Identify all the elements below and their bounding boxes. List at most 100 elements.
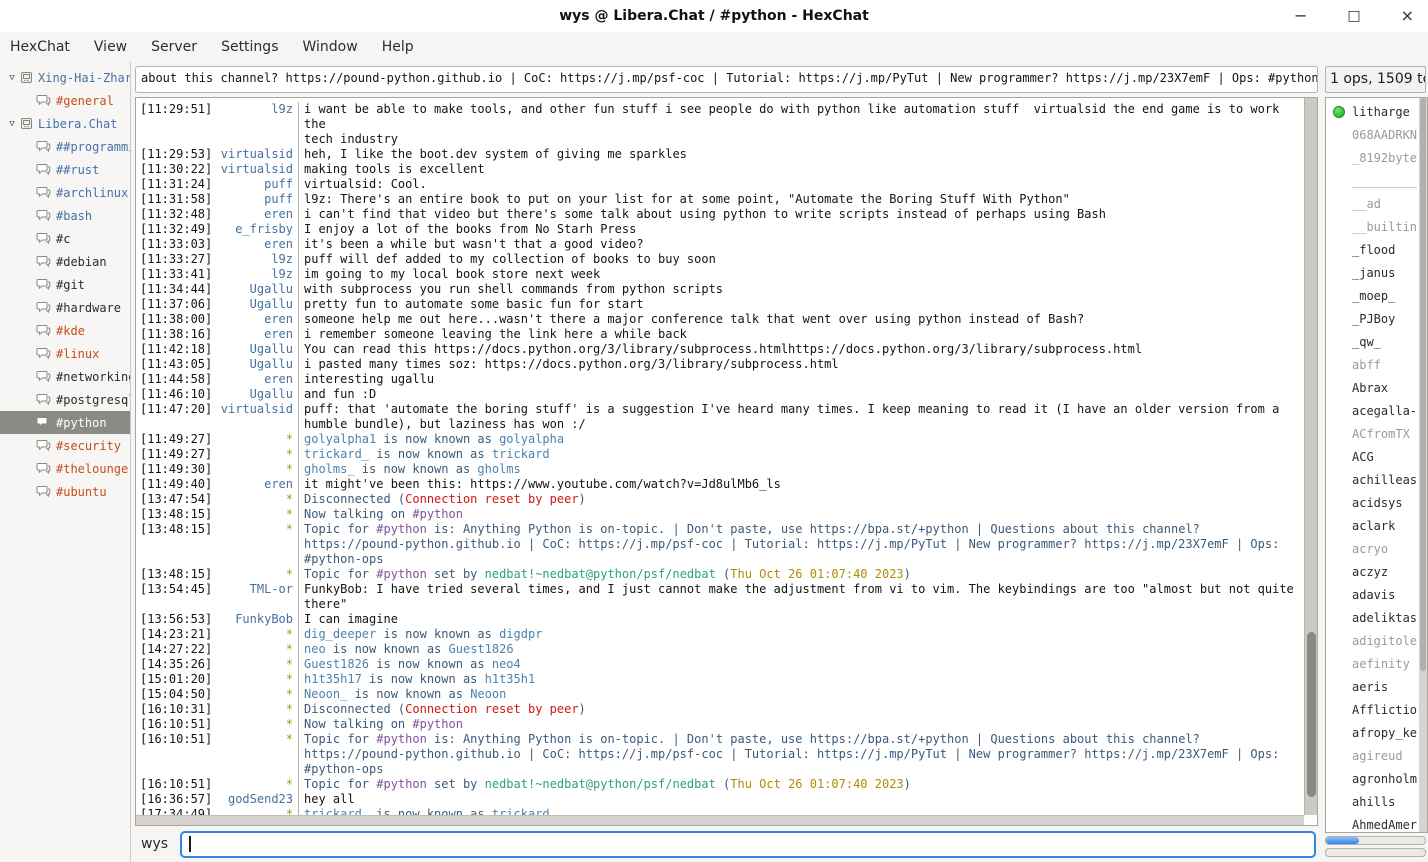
menu-settings[interactable]: Settings [221, 39, 278, 55]
userlist-item[interactable]: ACfromTX [1326, 422, 1419, 445]
userlist-item[interactable]: abff [1326, 353, 1419, 376]
sidebar-item--python[interactable]: #python [0, 411, 130, 434]
menu-server[interactable]: Server [151, 39, 197, 55]
chat-vertical-scrollbar[interactable] [1304, 98, 1317, 815]
message-nick[interactable]: puff [214, 177, 298, 192]
userlist-item[interactable]: _flood [1326, 238, 1419, 261]
userlist-item[interactable]: AhmedAmer [1326, 813, 1419, 832]
userlist-item[interactable]: agireud [1326, 744, 1419, 767]
menu-window[interactable]: Window [302, 39, 357, 55]
sidebar-item--hardware[interactable]: #hardware [0, 296, 130, 319]
menu-help[interactable]: Help [382, 39, 414, 55]
message-timestamp: [14:23:21] [140, 627, 214, 642]
message-text: Disconnected (Connection reset by peer) [298, 492, 1303, 507]
userlist-item[interactable]: agronholm [1326, 767, 1419, 790]
message-nick[interactable]: l9z [214, 252, 298, 267]
message-nick[interactable]: eren [214, 312, 298, 327]
sidebar-item-xing-hai-zhar[interactable]: ▽Xing-Hai-Zhar [0, 66, 130, 89]
own-nick-label[interactable]: wys [141, 836, 168, 852]
userlist-item[interactable]: __builtin [1326, 215, 1419, 238]
expander-icon[interactable]: ▽ [4, 119, 20, 129]
sidebar-item--general[interactable]: #general [0, 89, 130, 112]
userlist-item[interactable]: afropy_ke [1326, 721, 1419, 744]
sidebar-item--linux[interactable]: #linux [0, 342, 130, 365]
sidebar-item--git[interactable]: #git [0, 273, 130, 296]
close-icon[interactable]: × [1401, 0, 1414, 32]
message-nick[interactable]: virtualsid [214, 147, 298, 162]
sidebar-item--security[interactable]: #security [0, 434, 130, 457]
userlist-item[interactable]: __ad [1326, 192, 1419, 215]
message-nick[interactable]: eren [214, 237, 298, 252]
userlist-item[interactable]: litharge [1326, 100, 1419, 123]
message-nick[interactable]: Ugallu [214, 357, 298, 372]
userlist-item[interactable]: ACG [1326, 445, 1419, 468]
maximize-icon[interactable]: □ [1347, 0, 1360, 32]
userlist-item[interactable]: acidsys [1326, 491, 1419, 514]
userlist-item[interactable]: achilleas [1326, 468, 1419, 491]
userlist-item[interactable]: adavis [1326, 583, 1419, 606]
message-nick[interactable]: eren [214, 372, 298, 387]
message-nick[interactable]: virtualsid [214, 162, 298, 177]
chat-scrollbar-thumb[interactable] [1307, 632, 1316, 797]
userlist-item[interactable]: _janus [1326, 261, 1419, 284]
userlist-item[interactable]: _qw_ [1326, 330, 1419, 353]
userlist-item[interactable]: acryo [1326, 537, 1419, 560]
sidebar-item--thelounge[interactable]: #thelounge [0, 457, 130, 480]
menu-hexchat[interactable]: HexChat [10, 39, 70, 55]
sidebar-item--postgresql[interactable]: #postgresql [0, 388, 130, 411]
userlist-scrollbar-thumb[interactable] [1420, 98, 1426, 671]
sidebar-item-libera-chat[interactable]: ▽Libera.Chat [0, 112, 130, 135]
message-timestamp: [11:38:00] [140, 312, 214, 327]
userlist-item[interactable]: adigitole [1326, 629, 1419, 652]
message-nick[interactable]: Ugallu [214, 342, 298, 357]
userlist-item[interactable]: aeris [1326, 675, 1419, 698]
message-nick[interactable]: puff [214, 192, 298, 207]
message-nick[interactable]: l9z [214, 267, 298, 282]
message-nick[interactable]: e_frisby [214, 222, 298, 237]
userlist-item[interactable]: 068AADRKN [1326, 123, 1419, 146]
userlist-item[interactable]: _moep_ [1326, 284, 1419, 307]
minimize-icon[interactable]: − [1294, 0, 1307, 32]
message-nick[interactable]: eren [214, 207, 298, 222]
message-text: i can't find that video but there's some… [298, 207, 1303, 222]
sidebar-item--c[interactable]: #c [0, 227, 130, 250]
message-nick[interactable]: Ugallu [214, 387, 298, 402]
message-nick[interactable]: Ugallu [214, 297, 298, 312]
sidebar-item--debian[interactable]: #debian [0, 250, 130, 273]
userlist-item[interactable]: adeliktas [1326, 606, 1419, 629]
message-input[interactable] [180, 831, 1316, 858]
titlebar[interactable]: wys @ Libera.Chat / #python - HexChat − … [0, 0, 1428, 32]
userlist-item[interactable]: Abrax [1326, 376, 1419, 399]
userlist-scrollbar[interactable] [1419, 98, 1427, 832]
sidebar-item--kde[interactable]: #kde [0, 319, 130, 342]
sidebar-item--ubuntu[interactable]: #ubuntu [0, 480, 130, 503]
userlist-item[interactable]: _________ [1326, 169, 1419, 192]
userlist-item[interactable]: aefinity [1326, 652, 1419, 675]
userlist-item[interactable]: Afflictio [1326, 698, 1419, 721]
message-nick[interactable]: eren [214, 477, 298, 492]
message-nick[interactable]: virtualsid [214, 402, 298, 417]
sidebar-item--rust[interactable]: ##rust [0, 158, 130, 181]
chat-log: [11:29:51]l9zi want be able to make tool… [136, 98, 1303, 815]
expander-icon[interactable]: ▽ [4, 73, 20, 83]
message-nick[interactable]: l9z [214, 102, 298, 117]
message-nick[interactable]: TML-or [214, 582, 298, 597]
userlist-item[interactable]: acegalla- [1326, 399, 1419, 422]
message-nick[interactable]: FunkyBob [214, 612, 298, 627]
sidebar-item--networking[interactable]: #networking [0, 365, 130, 388]
chat-message: [11:37:06]Ugallupretty fun to automate s… [140, 297, 1303, 312]
message-nick[interactable]: Ugallu [214, 282, 298, 297]
userlist-item[interactable]: aclark [1326, 514, 1419, 537]
sidebar-item--programming[interactable]: ##programming [0, 135, 130, 158]
userlist-item[interactable]: _PJBoy [1326, 307, 1419, 330]
userlist-item[interactable]: aczyz [1326, 560, 1419, 583]
chat-horizontal-scrollbar[interactable] [136, 815, 1304, 825]
sidebar-item--bash[interactable]: #bash [0, 204, 130, 227]
topic-bar[interactable]: about this channel? https://pound-python… [135, 66, 1318, 93]
message-nick[interactable]: eren [214, 327, 298, 342]
message-nick[interactable]: godSend23 [214, 792, 298, 807]
sidebar-item--archlinux[interactable]: #archlinux [0, 181, 130, 204]
userlist-item[interactable]: ahills [1326, 790, 1419, 813]
userlist-item[interactable]: _8192byte [1326, 146, 1419, 169]
menu-view[interactable]: View [94, 39, 127, 55]
